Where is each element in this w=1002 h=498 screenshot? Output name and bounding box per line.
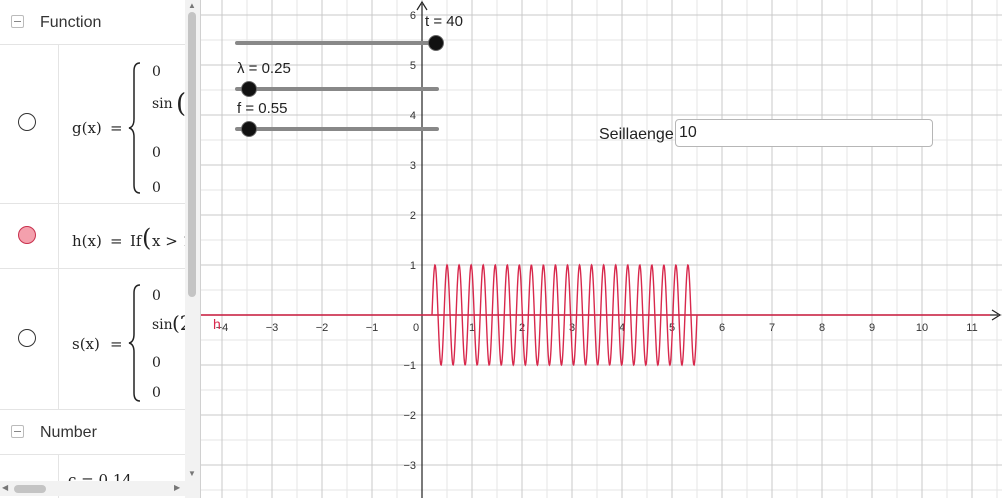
algebra-item-s[interactable]: s(x) = 0 sin (2 0 0 <box>0 269 193 410</box>
scroll-up-icon[interactable]: ▲ <box>188 1 196 10</box>
piece-function: sin <box>152 317 173 333</box>
collapse-toggle-icon[interactable] <box>11 15 24 28</box>
y-tick-label: −3 <box>403 460 416 472</box>
section-function[interactable]: Function <box>0 0 185 45</box>
piece-value: 0 <box>152 145 161 161</box>
piece-value: 0 <box>152 355 161 371</box>
piece-value: 0 <box>152 385 161 401</box>
slider-lambda-handle[interactable] <box>241 81 257 97</box>
y-tick-label: 2 <box>410 210 416 222</box>
section-number[interactable]: Number <box>0 410 185 455</box>
algebra-vertical-scrollbar[interactable]: ▲ ▼ <box>185 0 200 498</box>
x-tick-label: 0 <box>413 322 419 334</box>
algebra-horizontal-scrollbar[interactable]: ◀ ▶ <box>0 481 185 496</box>
equals-sign: = <box>110 119 123 137</box>
x-tick-label: −2 <box>316 322 329 334</box>
visibility-toggle-g[interactable] <box>18 113 36 131</box>
piece-function: sin <box>152 96 173 112</box>
y-tick-label: 6 <box>410 10 416 22</box>
function-name-h: h(x) <box>72 232 102 250</box>
x-tick-label: 11 <box>966 322 977 334</box>
x-tick-label: 9 <box>869 322 875 334</box>
piece-value: 0 <box>152 180 161 196</box>
algebra-item-h[interactable]: h(x) = If ( x > 1 <box>0 204 192 269</box>
scroll-left-icon[interactable]: ◀ <box>2 483 8 492</box>
y-tick-label: −2 <box>403 410 416 422</box>
row-divider <box>58 45 59 203</box>
algebra-item-g[interactable]: g(x) = 0 sin ( 0 0 <box>0 45 186 204</box>
function-name-s: s(x) <box>72 335 100 353</box>
scroll-thumb[interactable] <box>14 485 46 493</box>
visibility-toggle-h[interactable] <box>18 226 36 244</box>
equals-sign: = <box>110 335 123 353</box>
slider-f-track[interactable] <box>235 127 439 131</box>
slider-f-label: f = 0.55 <box>237 100 288 117</box>
collapse-toggle-icon[interactable] <box>11 425 24 438</box>
curve-h-label: h <box>213 316 221 332</box>
slider-lambda-track[interactable] <box>235 87 439 91</box>
x-tick-label: −3 <box>266 322 279 334</box>
slider-t-track[interactable] <box>235 41 439 45</box>
if-keyword: If <box>130 232 142 250</box>
section-title: Function <box>40 14 102 31</box>
slider-t-handle[interactable] <box>428 35 444 51</box>
x-tick-label: 6 <box>719 322 725 334</box>
open-paren: ( <box>142 224 152 252</box>
x-tick-label: 3 <box>569 322 575 334</box>
section-title: Number <box>40 424 97 441</box>
visibility-toggle-s[interactable] <box>18 329 36 347</box>
algebra-view: Function g(x) = 0 sin ( 0 0 h(x) = If ( … <box>0 0 201 498</box>
piece-value: 0 <box>152 64 161 80</box>
row-divider <box>58 269 59 409</box>
y-tick-label: 5 <box>410 60 416 72</box>
x-tick-label: 7 <box>769 322 775 334</box>
scroll-down-icon[interactable]: ▼ <box>188 469 196 478</box>
piece-value: 0 <box>152 288 161 304</box>
y-tick-label: 1 <box>410 260 416 272</box>
scroll-thumb[interactable] <box>188 12 196 297</box>
piecewise-brace-icon <box>128 62 141 194</box>
x-tick-label: −1 <box>366 322 379 334</box>
function-name-g: g(x) <box>72 119 102 137</box>
y-tick-label: −1 <box>403 360 416 372</box>
y-tick-label: 3 <box>410 160 416 172</box>
y-tick-label: 4 <box>410 110 416 122</box>
coordinate-plane[interactable]: −4 −3 −2 −1 0 1 2 3 4 5 6 7 8 9 10 11654321−1−2−3h <box>201 0 1002 498</box>
x-tick-label: 10 <box>916 322 928 334</box>
input-box-label: Seillaenge <box>599 126 674 143</box>
slider-lambda-label: λ = 0.25 <box>237 60 291 77</box>
piecewise-brace-icon <box>128 284 141 402</box>
slider-f-handle[interactable] <box>241 121 257 137</box>
scroll-right-icon[interactable]: ▶ <box>174 483 180 492</box>
graphics-view[interactable]: −4 −3 −2 −1 0 1 2 3 4 5 6 7 8 9 10 11 6 5 4 3 2 1 −1 −2 −3 h t = … <box>201 0 1002 498</box>
equals-sign: = <box>110 232 123 250</box>
seillaenge-input[interactable]: 10 <box>675 119 933 147</box>
slider-t-label: t = 40 <box>425 13 463 30</box>
row-divider <box>58 204 59 268</box>
x-tick-label: 8 <box>819 322 825 334</box>
